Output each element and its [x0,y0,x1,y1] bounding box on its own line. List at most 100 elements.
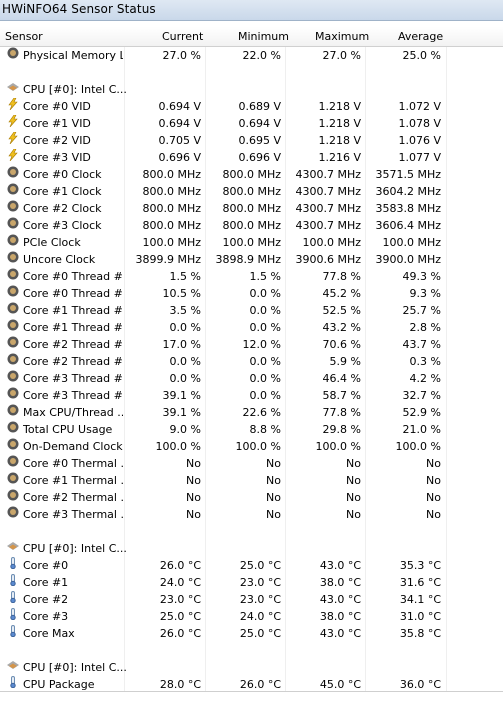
cell-current: 0.0 % [169,372,201,385]
table-row[interactable]: Total CPU Usage 9.0 % 8.8 % 29.8 % 21.0 % [0,421,503,438]
table-row[interactable]: Core #3 Thread #... 39.1 % 0.0 % 58.7 % 32.7… [0,387,503,404]
usage-icon [7,370,19,382]
cell-minimum: 25.0 °C [239,627,281,640]
cell-minimum: No [266,457,281,470]
table-body: Physical Memory L... 27.0 % 22.0 % 27.0 % 25… [0,47,503,693]
cell-current: 17.0 % [162,338,201,351]
table-row[interactable]: Core #0 Thermal ... No No No No [0,455,503,472]
cell-name: Core #3 [23,610,69,623]
cell-minimum: 3898.9 MHz [215,253,281,266]
cell-minimum: 800.0 MHz [222,168,281,181]
voltage-icon [7,115,19,127]
cell-current: 800.0 MHz [142,202,201,215]
cell-average: 1.077 V [398,151,441,164]
cell-average: No [426,508,441,521]
cell-minimum: 8.8 % [249,423,281,436]
usage-icon [7,438,19,450]
table-row[interactable]: Physical Memory L... 27.0 % 22.0 % 27.0 % 25… [0,47,503,64]
cell-minimum: 23.0 °C [239,593,281,606]
cell-current: 800.0 MHz [142,168,201,181]
cell-name: Core #2 [23,593,69,606]
table-row[interactable]: Uncore Clock 3899.9 MHz 3898.9 MHz 3900.6 M… [0,251,503,268]
cell-minimum: No [266,491,281,504]
spacer-row [0,642,503,659]
voltage-icon [7,98,19,110]
table-row[interactable]: Core Max 26.0 °C 25.0 °C 43.0 °C 35.8 °C [0,625,503,642]
cell-name: Core #0 Clock [23,168,102,181]
table-row[interactable]: Core #2 VID 0.705 V 0.695 V 1.218 V 1.076 V [0,132,503,149]
cell-average: 25.7 % [402,304,441,317]
usage-icon [7,336,19,348]
cell-name: Core #2 Thread #... [23,338,123,351]
table-row[interactable]: Core #3 Clock 800.0 MHz 800.0 MHz 4300.7 MH… [0,217,503,234]
section-row[interactable]: CPU [#0]: Intel C... [0,81,503,98]
table-row[interactable]: Core #1 24.0 °C 23.0 °C 38.0 °C 31.6 °C [0,574,503,591]
clock-icon [7,251,19,263]
cell-minimum: 0.0 % [249,372,281,385]
cell-maximum: 29.8 % [322,423,361,436]
table-row[interactable]: Core #1 VID 0.694 V 0.694 V 1.218 V 1.078 V [0,115,503,132]
sensor-table: Sensor Current Minimum Maximum Average P… [0,27,503,693]
cell-maximum: 58.7 % [322,389,361,402]
table-row[interactable]: On-Demand Clock ... 100.0 % 100.0 % 100.0 %… [0,438,503,455]
table-row[interactable]: Core #3 25.0 °C 24.0 °C 38.0 °C 31.0 °C [0,608,503,625]
scroll-edge [0,691,503,692]
cell-maximum: 43.0 °C [319,627,361,640]
cell-minimum: 0.0 % [249,287,281,300]
cell-maximum: 77.8 % [322,406,361,419]
table-row[interactable]: PCIe Clock 100.0 MHz 100.0 MHz 100.0 MHz 100… [0,234,503,251]
voltage-icon [7,149,19,161]
table-row[interactable]: Max CPU/Thread ... 39.1 % 22.6 % 77.8 % 52.9… [0,404,503,421]
usage-icon [7,387,19,399]
table-row[interactable]: Core #2 Thread #... 17.0 % 12.0 % 70.6 % 43.… [0,336,503,353]
cell-minimum: 23.0 °C [239,576,281,589]
cell-name: Core #0 Thermal ... [23,457,123,470]
cell-current: 0.696 V [158,151,201,164]
table-row[interactable]: Core #3 Thread #... 0.0 % 0.0 % 46.4 % 4.2 % [0,370,503,387]
col-header-sensor[interactable]: Sensor [5,30,43,43]
cell-name: Core Max [23,627,75,640]
table-row[interactable]: Core #1 Thermal ... No No No No [0,472,503,489]
cell-current: 39.1 % [162,389,201,402]
col-header-minimum[interactable]: Minimum [238,30,289,43]
table-row[interactable]: Core #0 Thread #... 10.5 % 0.0 % 45.2 % 9.3 … [0,285,503,302]
table-row[interactable]: Core #3 Thermal ... No No No No [0,506,503,523]
col-header-current[interactable]: Current [162,30,203,43]
table-row[interactable]: Core #1 Clock 800.0 MHz 800.0 MHz 4300.7 MH… [0,183,503,200]
table-row[interactable]: Core #0 Clock 800.0 MHz 800.0 MHz 4300.7 MH… [0,166,503,183]
window-titlebar: HWiNFO64 Sensor Status [0,0,503,21]
cell-current: 0.0 % [169,321,201,334]
section-row[interactable]: CPU [#0]: Intel C... [0,540,503,557]
table-row[interactable]: Core #1 Thread #... 3.5 % 0.0 % 52.5 % 25.7 … [0,302,503,319]
cell-maximum: 45.2 % [322,287,361,300]
cell-maximum: No [346,508,361,521]
col-header-average[interactable]: Average [398,30,443,43]
table-row[interactable]: Core #0 26.0 °C 25.0 °C 43.0 °C 35.3 °C [0,557,503,574]
cell-current: 800.0 MHz [142,185,201,198]
cell-current: 0.0 % [169,355,201,368]
usage-icon [7,404,19,416]
section-row[interactable]: CPU [#0]: Intel C... [0,659,503,676]
table-row[interactable]: Core #1 Thread #... 0.0 % 0.0 % 43.2 % 2.8 % [0,319,503,336]
cell-name: Core #1 Thread #... [23,304,123,317]
cell-current: 24.0 °C [159,576,201,589]
table-row[interactable]: Core #2 Thread #... 0.0 % 0.0 % 5.9 % 0.3 % [0,353,503,370]
table-row[interactable]: Core #3 VID 0.696 V 0.696 V 1.216 V 1.077 V [0,149,503,166]
table-row[interactable]: Core #2 Thermal ... No No No No [0,489,503,506]
cell-current: 3899.9 MHz [135,253,201,266]
table-row[interactable]: Core #0 Thread #... 1.5 % 1.5 % 77.8 % 49.3 … [0,268,503,285]
clock-icon [7,200,19,212]
cell-minimum: 0.689 V [238,100,281,113]
table-row[interactable]: Core #0 VID 0.694 V 0.689 V 1.218 V 1.072 V [0,98,503,115]
cell-name: Core #2 VID [23,134,91,147]
table-row[interactable]: Core #2 23.0 °C 23.0 °C 43.0 °C 34.1 °C [0,591,503,608]
col-header-maximum[interactable]: Maximum [315,30,369,43]
cell-maximum: 1.218 V [318,117,361,130]
cell-average: 31.0 °C [399,610,441,623]
cell-maximum: 38.0 °C [319,610,361,623]
cell-name: Physical Memory L... [23,49,123,62]
cell-minimum: 800.0 MHz [222,219,281,232]
cell-minimum: 0.695 V [238,134,281,147]
table-row[interactable]: Core #2 Clock 800.0 MHz 800.0 MHz 4300.7 MH… [0,200,503,217]
usage-icon [7,455,19,467]
